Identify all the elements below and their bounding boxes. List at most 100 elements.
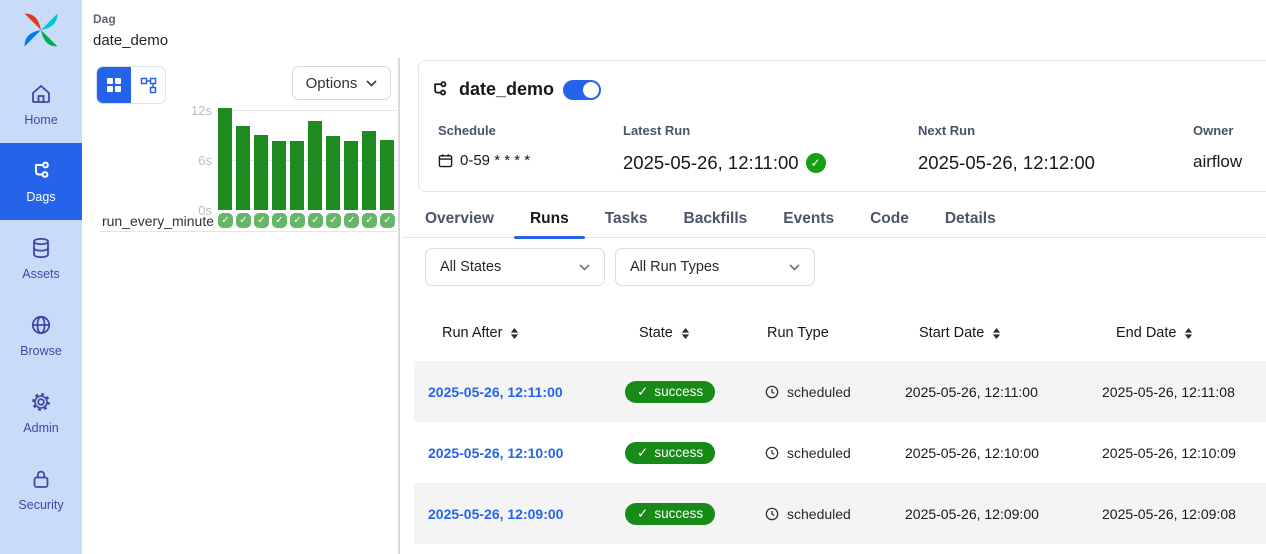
duration-bar[interactable] [326,136,340,210]
end-date-value: 2025-05-26, 12:11:08 [1102,384,1235,400]
column-header-end-date[interactable]: End Date [1088,325,1266,341]
dag-pause-toggle[interactable] [563,80,601,100]
column-header-run-type: Run Type [751,325,891,341]
sort-icon[interactable] [1183,327,1194,340]
check-icon: ✓ [637,506,648,522]
chevron-down-icon [366,80,377,87]
task-instance-chip[interactable]: ✓ [308,213,323,228]
task-instance-chip[interactable]: ✓ [254,213,269,228]
duration-bar[interactable] [272,141,286,210]
table-row: 2025-05-26, 12:11:00 ✓success scheduled … [414,361,1266,422]
clock-icon [765,385,779,399]
globe-icon [29,313,53,337]
run-after-link[interactable]: 2025-05-26, 12:11:00 [428,384,563,400]
task-instance-chip[interactable]: ✓ [326,213,341,228]
clock-icon [765,446,779,460]
table-row: 2025-05-26, 12:09:00 ✓success scheduled … [414,483,1266,544]
start-date-value: 2025-05-26, 12:09:00 [905,506,1039,522]
graph-view-button[interactable] [131,67,165,103]
airflow-logo[interactable] [0,0,82,66]
duration-bar[interactable] [344,141,358,210]
toggle-knob [583,82,599,98]
breadcrumb-dag-name: date_demo [93,32,168,49]
duration-bar[interactable] [236,126,250,210]
state-badge: ✓success [625,442,715,464]
run-type-value: scheduled [787,506,851,522]
task-instance-chip[interactable]: ✓ [272,213,287,228]
tab-runs[interactable]: Runs [514,200,585,237]
tab-code[interactable]: Code [854,200,925,237]
sidebar-item-home[interactable]: Home [0,66,82,143]
sidebar-item-admin[interactable]: Admin [0,374,82,451]
tab-tasks[interactable]: Tasks [589,200,664,237]
sidebar-item-label: Home [24,113,57,127]
task-instance-chip[interactable]: ✓ [218,213,233,228]
run-type-filter-select[interactable]: All Run Types [615,248,815,286]
sort-icon[interactable] [509,327,520,340]
sort-icon[interactable] [680,327,691,340]
stat-label: Latest Run [623,123,826,138]
column-header-start-date[interactable]: Start Date [891,325,1088,341]
sort-icon[interactable] [991,327,1002,340]
duration-bar[interactable] [218,108,232,210]
tab-backfills[interactable]: Backfills [668,200,764,237]
task-instance-chip[interactable]: ✓ [362,213,377,228]
tab-details[interactable]: Details [929,200,1012,237]
gear-icon [29,390,53,414]
sidebar-item-security[interactable]: Security [0,451,82,528]
check-icon: ✓ [637,384,648,400]
task-instance-chip[interactable]: ✓ [236,213,251,228]
chevron-down-icon [789,264,800,271]
graph-icon [140,77,157,94]
calendar-icon [438,153,453,168]
chart-baseline [100,231,397,232]
end-date-value: 2025-05-26, 12:09:08 [1102,506,1236,522]
tab-overview[interactable]: Overview [409,200,510,237]
column-header-run-after[interactable]: Run After [414,325,611,341]
stat-latest-run: Latest Run 2025-05-26, 12:11:00 ✓ [623,123,826,174]
run-type-filter-value: All Run Types [630,259,719,275]
home-icon [29,82,53,106]
dag-tabs: Overview Runs Tasks Backfills Events Cod… [402,200,1266,238]
sidebar-item-label: Security [18,498,63,512]
stat-label: Schedule [438,123,530,138]
dag-detail-panel: date_demo Schedule 0-59 * * * * Latest R… [402,58,1266,554]
options-button[interactable]: Options [292,66,391,100]
duration-bar[interactable] [362,131,376,210]
state-filter-select[interactable]: All States [425,248,605,286]
duration-bar[interactable] [254,135,268,210]
duration-bar[interactable] [380,140,394,210]
task-instance-chip[interactable]: ✓ [380,213,395,228]
start-date-value: 2025-05-26, 12:11:00 [905,384,1038,400]
run-type-value: scheduled [787,445,851,461]
run-type-value: scheduled [787,384,851,400]
task-instance-chip[interactable]: ✓ [344,213,359,228]
latest-run-value[interactable]: 2025-05-26, 12:11:00 [623,152,799,174]
duration-bars [218,106,394,210]
state-badge: ✓success [625,381,715,403]
sidebar-item-assets[interactable]: Assets [0,220,82,297]
dag-header-card: date_demo Schedule 0-59 * * * * Latest R… [418,60,1266,192]
duration-bar[interactable] [290,141,304,210]
state-badge: ✓success [625,503,715,525]
task-instance-chips: ✓✓✓✓✓✓✓✓✓✓ [218,213,395,228]
database-icon [29,236,53,260]
breadcrumb: Dag date_demo [93,12,168,49]
task-instance-chip[interactable]: ✓ [290,213,305,228]
grid-view-button[interactable] [97,67,131,103]
run-after-link[interactable]: 2025-05-26, 12:09:00 [428,506,563,522]
column-header-state[interactable]: State [611,325,751,341]
lock-icon [29,467,53,491]
sidebar-item-browse[interactable]: Browse [0,297,82,374]
task-name[interactable]: run_every_minute [102,213,214,229]
grid-panel: Options 12s 6s 0s run_every_minute ✓✓✓✓✓… [82,58,400,554]
duration-bar[interactable] [308,121,322,210]
check-icon: ✓ [637,445,648,461]
sidebar-item-label: Admin [23,421,58,435]
run-after-link[interactable]: 2025-05-26, 12:10:00 [428,445,563,461]
tab-events[interactable]: Events [767,200,850,237]
sidebar-item-dags[interactable]: Dags [0,143,82,220]
dag-title: date_demo [459,79,554,100]
sidebar: Home Dags Assets Browse Admin [0,0,82,554]
task-instance-row: run_every_minute ✓✓✓✓✓✓✓✓✓✓ [82,213,400,231]
